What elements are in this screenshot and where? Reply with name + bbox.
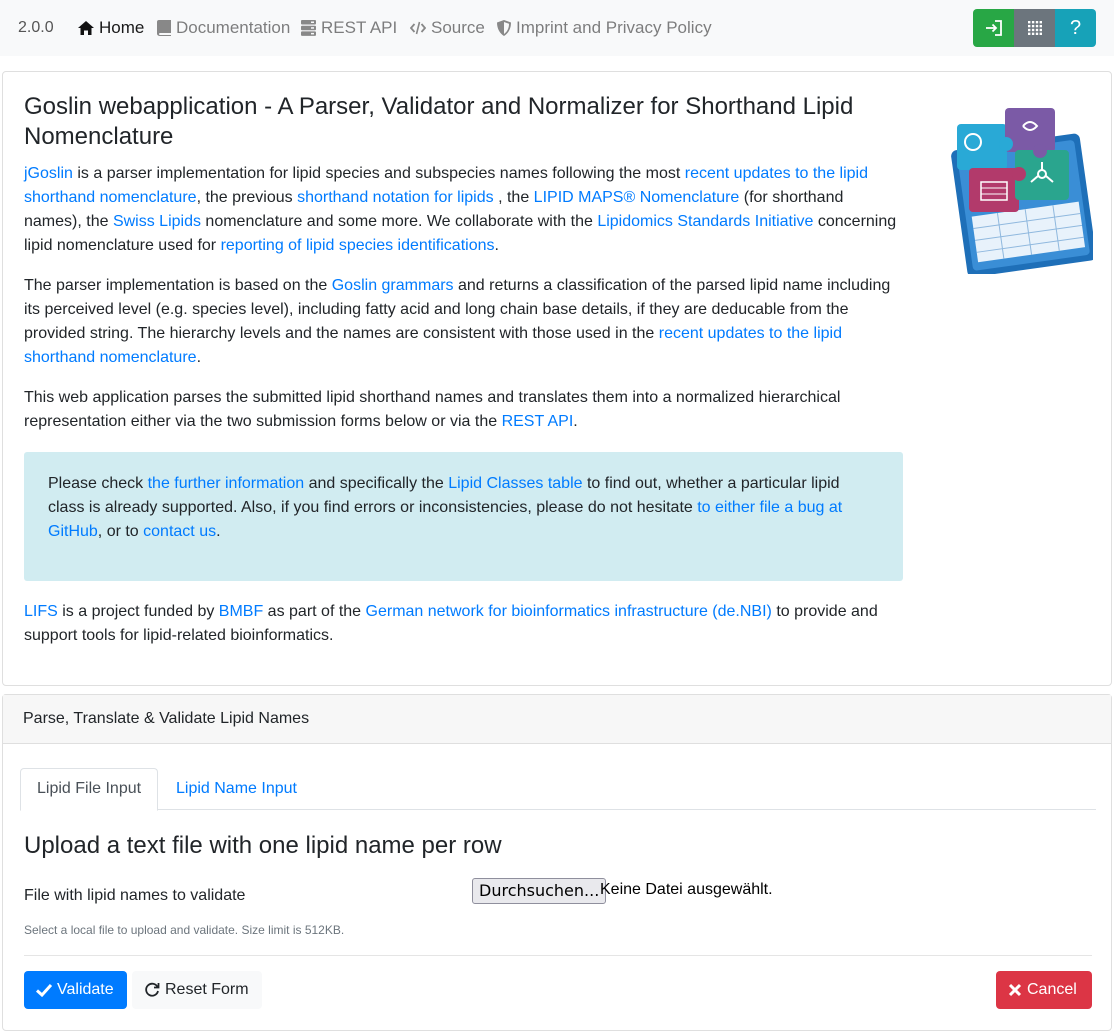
server-icon <box>301 20 316 36</box>
link-lipid-classes[interactable]: Lipid Classes table <box>448 475 582 492</box>
parse-form-card: Parse, Translate & Validate Lipid Names … <box>2 694 1112 1031</box>
link-bmbf[interactable]: BMBF <box>219 603 263 620</box>
nav-rest-api[interactable]: REST API <box>301 18 397 38</box>
link-reporting[interactable]: reporting of lipid species identificatio… <box>221 237 495 254</box>
form-divider <box>24 955 1092 956</box>
file-help-text: Select a local file to upload and valida… <box>24 923 345 937</box>
help-button[interactable]: ? <box>1055 9 1096 47</box>
info-alert: Please check the further information and… <box>24 452 903 581</box>
shield-icon <box>497 20 511 36</box>
link-lifs[interactable]: LIFS <box>24 603 58 620</box>
file-status-text: Keine Datei ausgewählt. <box>600 881 773 898</box>
intro-paragraph-4: LIFS is a project funded by BMBF as part… <box>24 603 878 644</box>
intro-paragraph-2: The parser implementation is based on th… <box>24 277 891 366</box>
login-button[interactable] <box>973 9 1014 47</box>
nav-source[interactable]: Source <box>410 18 485 38</box>
book-icon <box>157 20 171 36</box>
help-icon: ? <box>1069 16 1082 39</box>
page-title: Goslin webapplication - A Parser, Valida… <box>24 93 854 150</box>
link-swiss-lipids[interactable]: Swiss Lipids <box>113 213 201 230</box>
cancel-button[interactable]: Cancel <box>996 971 1092 1009</box>
link-jgoslin[interactable]: jGoslin <box>24 165 73 182</box>
validate-button[interactable]: Validate <box>24 971 127 1009</box>
file-field-label: File with lipid names to validate <box>24 887 246 904</box>
grid-icon <box>1027 21 1042 35</box>
nav-imprint[interactable]: Imprint and Privacy Policy <box>497 18 712 38</box>
intro-paragraph-1: jGoslin is a parser implementation for l… <box>24 165 897 254</box>
link-denbi[interactable]: German network for bioinformatics infras… <box>366 603 772 620</box>
link-shorthand-notation[interactable]: shorthand notation for lipids <box>297 189 494 206</box>
top-navbar: 2.0.0 Home Documentation REST API Source… <box>0 0 1114 56</box>
goslin-logo <box>951 108 1093 274</box>
upload-title: Upload a text file with one lipid name p… <box>24 832 502 859</box>
home-icon <box>78 21 94 35</box>
login-icon <box>985 20 1002 36</box>
link-lipid-maps[interactable]: LIPID MAPS® Nomenclature <box>534 189 740 206</box>
link-lsi[interactable]: Lipidomics Standards Initiative <box>597 213 813 230</box>
close-icon <box>1008 983 1022 997</box>
input-tabs: Lipid File Input Lipid Name Input <box>20 768 1096 811</box>
form-card-header: Parse, Translate & Validate Lipid Names <box>3 695 1111 744</box>
link-rest-api[interactable]: REST API <box>502 413 574 430</box>
link-contact-us[interactable]: contact us <box>143 523 216 540</box>
link-further-information[interactable]: the further information <box>148 475 305 492</box>
nav-documentation[interactable]: Documentation <box>157 18 290 38</box>
tab-lipid-name-input[interactable]: Lipid Name Input <box>159 768 314 810</box>
intro-card: Goslin webapplication - A Parser, Valida… <box>2 71 1112 686</box>
browse-file-button[interactable]: Durchsuchen... <box>472 878 607 904</box>
tab-lipid-file-input[interactable]: Lipid File Input <box>20 768 159 811</box>
reset-form-button[interactable]: Reset Form <box>132 971 262 1009</box>
app-version: 2.0.0 <box>18 19 54 36</box>
nav-home[interactable]: Home <box>78 18 144 38</box>
code-icon <box>410 21 426 35</box>
refresh-icon <box>145 982 160 997</box>
check-icon <box>36 983 52 997</box>
link-goslin-grammars[interactable]: Goslin grammars <box>332 277 454 294</box>
apps-grid-button[interactable] <box>1014 9 1055 47</box>
navbar-button-group: ? <box>973 9 1096 47</box>
intro-paragraph-3: This web application parses the submitte… <box>24 389 841 430</box>
